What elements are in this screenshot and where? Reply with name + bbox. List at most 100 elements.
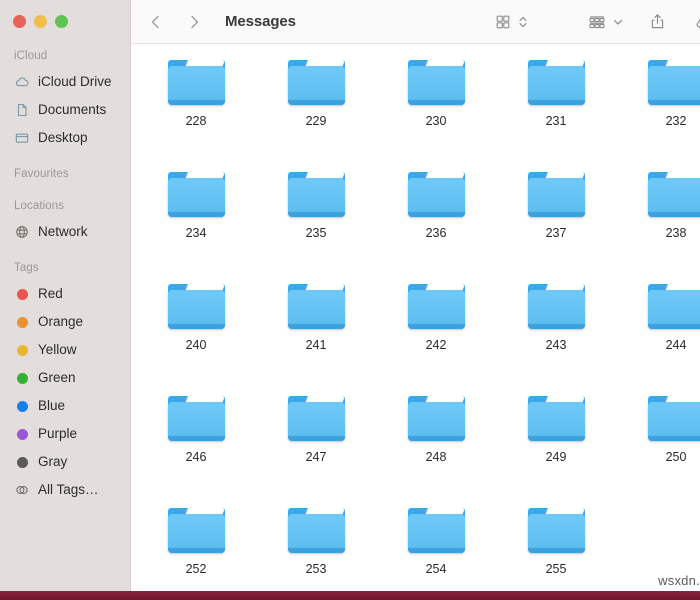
sidebar-section-header-icloud: iCloud <box>14 50 48 62</box>
sidebar-item-label: Green <box>38 370 76 386</box>
file-item[interactable]: 241 <box>261 278 371 390</box>
file-item[interactable]: 237 <box>501 166 611 278</box>
file-name-label: 236 <box>425 226 447 240</box>
traffic-light-controls <box>0 0 130 44</box>
folder-icon[interactable] <box>287 60 345 105</box>
file-name-label: 229 <box>305 114 327 128</box>
file-grid-row: 228 229 230 231 232 <box>131 54 700 166</box>
file-name-label: 242 <box>425 338 447 352</box>
folder-icon[interactable] <box>407 284 465 329</box>
file-item[interactable]: 230 <box>381 54 491 166</box>
file-item[interactable]: 234 <box>141 166 251 278</box>
all-tags-icon <box>14 482 30 498</box>
chevron-up-down-icon[interactable] <box>517 9 529 35</box>
document-icon <box>14 102 30 118</box>
sidebar-item-label: Blue <box>38 398 66 414</box>
file-item[interactable]: 235 <box>261 166 371 278</box>
folder-icon[interactable] <box>647 284 700 329</box>
folder-icon[interactable] <box>407 60 465 105</box>
file-item[interactable]: 254 <box>381 502 491 600</box>
file-item[interactable]: 248 <box>381 390 491 502</box>
sidebar-item-tag-green[interactable]: Green <box>0 364 130 392</box>
folder-icon[interactable] <box>287 172 345 217</box>
file-item[interactable]: 242 <box>381 278 491 390</box>
folder-icon[interactable] <box>167 172 225 217</box>
file-item[interactable]: 240 <box>141 278 251 390</box>
sidebar-item-label: Desktop <box>38 130 88 146</box>
sidebar-item-all-tags[interactable]: All Tags… <box>0 476 130 504</box>
file-name-label: 231 <box>545 114 567 128</box>
file-item[interactable]: 231 <box>501 54 611 166</box>
toolbar: Messages <box>131 0 700 44</box>
view-mode-control[interactable] <box>494 9 529 35</box>
folder-icon[interactable] <box>527 60 585 105</box>
file-item[interactable]: 243 <box>501 278 611 390</box>
file-name-label: 238 <box>665 226 687 240</box>
folder-icon[interactable] <box>527 284 585 329</box>
group-by-button[interactable] <box>587 9 624 35</box>
folder-icon[interactable] <box>407 396 465 441</box>
sidebar-item-tag-blue[interactable]: Blue <box>0 392 130 420</box>
share-icon[interactable] <box>648 9 667 35</box>
minimize-button[interactable] <box>34 15 47 28</box>
folder-icon[interactable] <box>527 396 585 441</box>
chevron-down-icon[interactable] <box>612 9 624 35</box>
file-item[interactable]: 250 <box>621 390 700 502</box>
folder-icon[interactable] <box>287 508 345 553</box>
folder-icon[interactable] <box>167 284 225 329</box>
file-item[interactable]: 228 <box>141 54 251 166</box>
folder-icon[interactable] <box>527 172 585 217</box>
sidebar-item-label: Red <box>38 286 63 302</box>
file-name-label: 234 <box>185 226 207 240</box>
file-item[interactable]: 229 <box>261 54 371 166</box>
icon-view-grid-icon[interactable] <box>494 9 512 35</box>
close-button[interactable] <box>13 15 26 28</box>
sidebar-item-label: Orange <box>38 314 84 330</box>
file-item[interactable]: 253 <box>261 502 371 600</box>
forward-button[interactable] <box>181 9 207 35</box>
sidebar-item-network[interactable]: Network <box>0 218 130 246</box>
sidebar-item-tag-red[interactable]: Red <box>0 280 130 308</box>
tag-dot-icon <box>14 342 30 358</box>
file-item[interactable]: 246 <box>141 390 251 502</box>
file-name-label: 244 <box>665 338 687 352</box>
folder-icon[interactable] <box>167 60 225 105</box>
folder-icon[interactable] <box>287 284 345 329</box>
folder-icon[interactable] <box>527 508 585 553</box>
sidebar-item-desktop[interactable]: Desktop <box>0 124 130 152</box>
folder-icon[interactable] <box>407 508 465 553</box>
file-item[interactable]: 249 <box>501 390 611 502</box>
file-item[interactable]: 247 <box>261 390 371 502</box>
sidebar-item-tag-orange[interactable]: Orange <box>0 308 130 336</box>
file-item[interactable]: 238 <box>621 166 700 278</box>
back-button[interactable] <box>143 9 169 35</box>
folder-icon[interactable] <box>647 396 700 441</box>
tag-icon[interactable] <box>693 9 700 35</box>
tag-dot-icon <box>14 454 30 470</box>
tag-dot-icon <box>14 426 30 442</box>
main-content: Messages 228 229 230 231 232 234 235 236… <box>131 0 700 600</box>
folder-icon[interactable] <box>647 60 700 105</box>
sidebar-item-documents[interactable]: Documents <box>0 96 130 124</box>
sidebar-item-tag-gray[interactable]: Gray <box>0 448 130 476</box>
file-item[interactable]: 255 <box>501 502 611 600</box>
sidebar-item-tag-yellow[interactable]: Yellow <box>0 336 130 364</box>
maximize-button[interactable] <box>55 15 68 28</box>
file-name-label: 230 <box>425 114 447 128</box>
file-item[interactable]: 244 <box>621 278 700 390</box>
page-title: Messages <box>225 13 296 30</box>
desktop-icon <box>14 130 30 146</box>
sidebar-item-tag-purple[interactable]: Purple <box>0 420 130 448</box>
file-item[interactable]: 236 <box>381 166 491 278</box>
folder-icon[interactable] <box>647 172 700 217</box>
file-name-label: 243 <box>545 338 567 352</box>
file-item[interactable]: 232 <box>621 54 700 166</box>
group-by-icon[interactable] <box>587 9 607 35</box>
sidebar-section-icloud: iCloud iCloud Drive Documents Desktop <box>0 50 130 152</box>
folder-icon[interactable] <box>407 172 465 217</box>
file-item[interactable]: 252 <box>141 502 251 600</box>
folder-icon[interactable] <box>287 396 345 441</box>
sidebar-item-icloud-drive[interactable]: iCloud Drive <box>0 68 130 96</box>
folder-icon[interactable] <box>167 396 225 441</box>
folder-icon[interactable] <box>167 508 225 553</box>
